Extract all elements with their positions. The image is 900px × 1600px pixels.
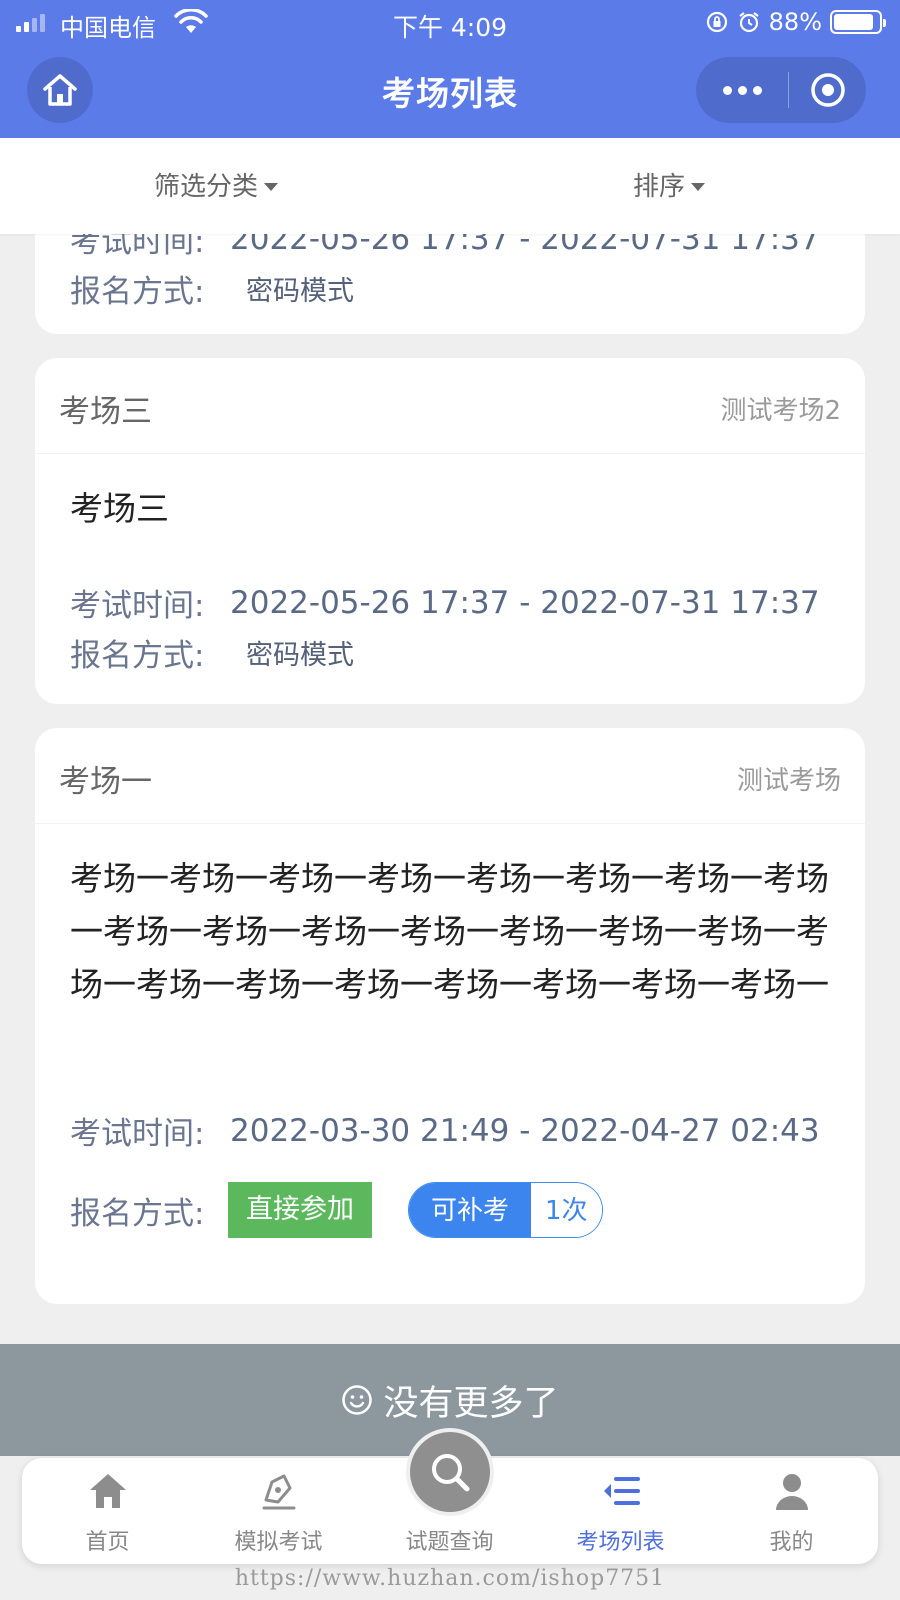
signup-label: 报名方式: [70, 274, 205, 310]
tab-label: 我的 [769, 1530, 814, 1555]
smile-icon [342, 1385, 373, 1415]
tab-label: 模拟考试 [234, 1530, 323, 1555]
header: 中国电信 下午 4:09 88% 考场列表 [0, 0, 900, 138]
pen-icon [262, 1474, 296, 1510]
card-header: 考场三 测试考场2 [35, 358, 865, 454]
tab-mock-exam[interactable]: 模拟考试 [193, 1458, 364, 1564]
battery-percent: 88% [768, 8, 822, 36]
room-description: 考场一考场一考场一考场一考场一考场一考场一考场一考场一考场一考场一考场一考场一考… [70, 859, 829, 1004]
caret-down-icon [691, 182, 706, 191]
tab-exam-room-list[interactable]: 考场列表 [535, 1458, 706, 1564]
signup-label: 报名方式: [70, 638, 205, 674]
more-button[interactable] [696, 57, 788, 123]
exam-time-value: 2022-05-26 17:37 - 2022-07-31 17:37 [230, 234, 820, 257]
room-name: 考场三 [59, 394, 152, 430]
signup-mode: 密码模式 [246, 276, 354, 307]
exam-time-label: 考试时间: [70, 1116, 205, 1152]
makeup-count: 1次 [531, 1183, 602, 1237]
exam-time-row: 考试时间: 2022-05-26 17:37 - 2022-07-31 17:3… [70, 580, 820, 625]
exam-room-card[interactable]: 考试时间: 2022-05-26 17:37 - 2022-07-31 17:3… [35, 234, 865, 334]
user-icon [776, 1474, 808, 1510]
exam-time-label: 考试时间: [70, 234, 205, 260]
tab-label: 试题查询 [405, 1530, 494, 1555]
signup-row: 报名方式: 直接参加 可补考 1次 [70, 1182, 603, 1238]
signup-row: 报名方式: 密码模式 [70, 630, 354, 675]
signup-mode: 密码模式 [246, 640, 354, 671]
signup-row: 报名方式: 密码模式 [70, 266, 354, 311]
no-more-text: 没有更多了 [383, 1383, 559, 1424]
status-right: 88% [705, 8, 886, 36]
exam-room-card[interactable]: 考场三 测试考场2 考场三 考试时间: 2022-05-26 17:37 - 2… [35, 358, 865, 704]
room-category: 测试考场2 [720, 396, 841, 426]
signup-mode-badge: 直接参加 [228, 1182, 372, 1238]
makeup-label: 可补考 [409, 1183, 532, 1237]
sort-filter-label: 排序 [633, 172, 686, 202]
tab-mine[interactable]: 我的 [706, 1458, 877, 1564]
tab-label: 首页 [85, 1530, 130, 1555]
close-button[interactable] [789, 57, 866, 123]
tab-label: 考场列表 [576, 1530, 665, 1555]
exam-time-row: 考试时间: 2022-03-30 21:49 - 2022-04-27 02:4… [70, 1108, 820, 1153]
home-icon [90, 1474, 126, 1508]
rotation-lock-icon [706, 11, 727, 33]
exam-room-list: 考试时间: 2022-05-26 17:37 - 2022-07-31 17:3… [0, 234, 900, 1456]
category-filter-label: 筛选分类 [154, 172, 259, 202]
caret-down-icon [264, 182, 279, 191]
makeup-badge: 可补考 1次 [408, 1182, 603, 1238]
more-dots-icon [722, 85, 732, 95]
room-category: 测试考场 [736, 766, 841, 796]
exam-time-label: 考试时间: [70, 588, 205, 624]
exam-room-card[interactable]: 考场一 测试考场 考场一考场一考场一考场一考场一考场一考场一考场一考场一考场一考… [35, 728, 865, 1304]
search-fab-button[interactable] [410, 1432, 490, 1512]
exam-time-value: 2022-03-30 21:49 - 2022-04-27 02:43 [230, 1112, 820, 1149]
signup-label: 报名方式: [70, 1195, 205, 1232]
status-bar: 中国电信 下午 4:09 88% [0, 0, 900, 46]
battery-icon [830, 10, 886, 34]
filter-bar: 筛选分类 排序 [0, 138, 900, 234]
alarm-icon [738, 12, 759, 33]
card-header: 考场一 测试考场 [35, 728, 865, 824]
target-icon [810, 73, 845, 107]
list-icon [604, 1477, 640, 1505]
tab-home[interactable]: 首页 [22, 1458, 193, 1564]
search-icon [432, 1454, 470, 1492]
category-filter[interactable]: 筛选分类 [154, 166, 279, 203]
room-description: 考场三 [70, 489, 169, 528]
exam-time-value: 2022-05-26 17:37 - 2022-07-31 17:37 [230, 584, 820, 621]
exam-time-row: 考试时间: 2022-05-26 17:37 - 2022-07-31 17:3… [70, 234, 820, 261]
watermark: https://www.huzhan.com/ishop7751 [234, 1566, 666, 1591]
mini-program-capsule [696, 57, 866, 123]
sort-filter[interactable]: 排序 [633, 166, 706, 203]
room-name: 考场一 [59, 764, 152, 800]
